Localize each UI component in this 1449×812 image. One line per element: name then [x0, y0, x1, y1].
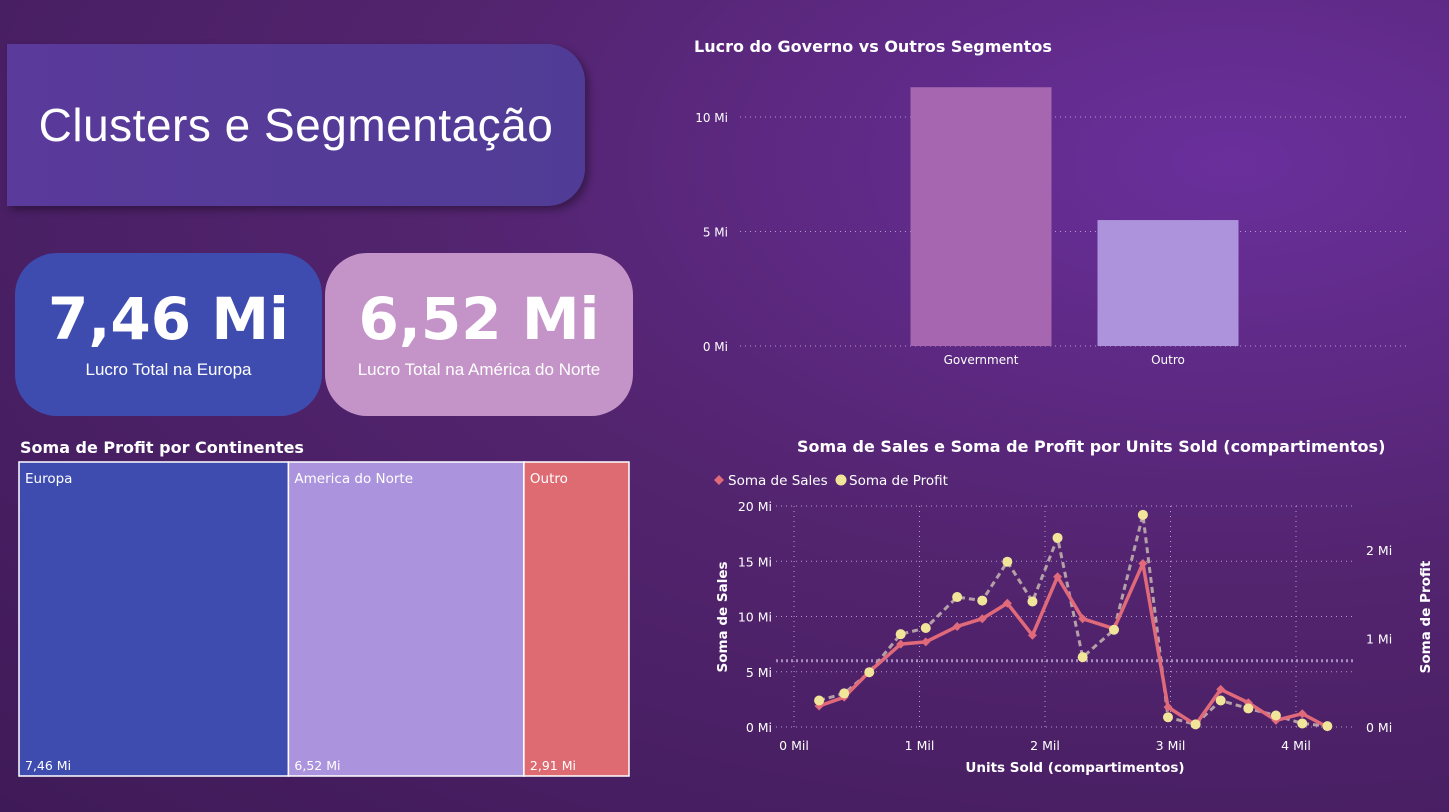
line-xtick-label: 3 Mil: [1156, 738, 1186, 753]
kpi-card-europa[interactable]: 7,46 Mi Lucro Total na Europa: [15, 253, 322, 416]
profit-point: [1002, 556, 1013, 567]
line-chart[interactable]: Soma de Sales Soma de Profit 0 Mi 5 Mi 10 Mi…: [700, 462, 1449, 782]
kpi-value-america: 6,52 Mi: [358, 284, 600, 353]
kpi-value-europa: 7,46 Mi: [48, 284, 289, 353]
treemap-tile-value: 6,52 Mi: [294, 758, 340, 773]
legend-sales-label: Soma de Sales: [728, 473, 828, 489]
profit-point: [1243, 703, 1254, 714]
line-xtick-label: 2 Mil: [1030, 738, 1060, 753]
line-ytick-label: 20 Mi: [738, 499, 772, 514]
profit-point: [1215, 695, 1226, 706]
treemap-tile-value: 7,46 Mi: [25, 758, 71, 773]
profit-point: [864, 667, 875, 678]
line-xtick-label: 4 Mil: [1281, 738, 1311, 753]
profit-point: [839, 688, 850, 699]
bar-category-label: Outro: [1151, 353, 1185, 367]
profit-point: [1109, 624, 1120, 635]
bar-government: [910, 87, 1052, 347]
line-ytick-label: 5 Mi: [746, 665, 772, 680]
profit-point: [1297, 718, 1308, 729]
bar-chart[interactable]: 0 Mi 5 Mi 10 Mi Government Outro: [680, 60, 1420, 380]
profit-point: [814, 695, 825, 706]
profit-line: [818, 514, 1328, 728]
profit-point: [1052, 532, 1063, 543]
bar-category-label: Government: [944, 353, 1019, 367]
line-chart-title: Soma de Sales e Soma de Profit por Units…: [797, 437, 1386, 456]
line-x-axis-title: Units Sold (compartimentos): [965, 760, 1184, 776]
line-ytick-label: 0 Mi: [746, 720, 772, 735]
profit-point: [977, 595, 988, 606]
treemap-tile-america-do-norte: [287, 461, 525, 777]
bar-chart-title: Lucro do Governo vs Outros Segmentos: [694, 37, 1052, 56]
treemap-chart[interactable]: Europa 7,46 Mi America do Norte 6,52 Mi Outr…: [18, 461, 630, 777]
line-ytick-label: 15 Mi: [738, 554, 772, 569]
kpi-card-america[interactable]: 6,52 Mi Lucro Total na América do Norte: [325, 253, 633, 416]
profit-point: [1027, 596, 1038, 607]
legend-profit-label: Soma de Profit: [849, 473, 948, 489]
profit-point: [1077, 652, 1088, 663]
kpi-label-america: Lucro Total na América do Norte: [357, 359, 601, 379]
line-xtick-label: 1 Mil: [905, 738, 935, 753]
dashboard-title: Clusters e Segmentação: [38, 99, 554, 151]
profit-point: [1162, 712, 1173, 723]
treemap-tile-outro: [523, 461, 630, 777]
bar-ytick-label: 0 Mi: [703, 340, 728, 354]
profit-point: [1322, 721, 1333, 732]
treemap-tile-value: 2,91 Mi: [530, 758, 576, 773]
treemap-tile-name: Outro: [530, 471, 568, 487]
treemap-tile-name: America do Norte: [294, 471, 413, 487]
line-xtick-label: 0 Mil: [779, 738, 809, 753]
bar-ytick-label: 5 Mi: [703, 226, 728, 240]
bar-ytick-label: 10 Mi: [695, 111, 728, 125]
legend-sales-icon: [714, 475, 724, 485]
line-y2tick-label: 2 Mi: [1366, 543, 1392, 558]
profit-point: [1190, 719, 1201, 730]
profit-point: [952, 592, 963, 603]
profit-point: [895, 629, 906, 640]
line-y2tick-label: 0 Mi: [1366, 720, 1392, 735]
line-y2tick-label: 1 Mi: [1366, 632, 1392, 647]
kpi-label-europa: Lucro Total na Europa: [85, 359, 252, 379]
legend-profit-icon: [835, 474, 847, 486]
line-ytick-label: 10 Mi: [738, 610, 772, 625]
profit-point: [920, 622, 931, 633]
bar-outro: [1097, 220, 1239, 346]
line-y-axis-title: Soma de Sales: [715, 561, 731, 672]
treemap-tile-europa: [18, 461, 290, 777]
profit-point: [1137, 509, 1148, 520]
dashboard-title-card: Clusters e Segmentação: [7, 44, 585, 206]
treemap-tile-name: Europa: [25, 471, 72, 487]
profit-point: [1270, 710, 1281, 721]
treemap-title: Soma de Profit por Continentes: [20, 438, 304, 457]
line-y2-axis-title: Soma de Profit: [1418, 560, 1434, 673]
